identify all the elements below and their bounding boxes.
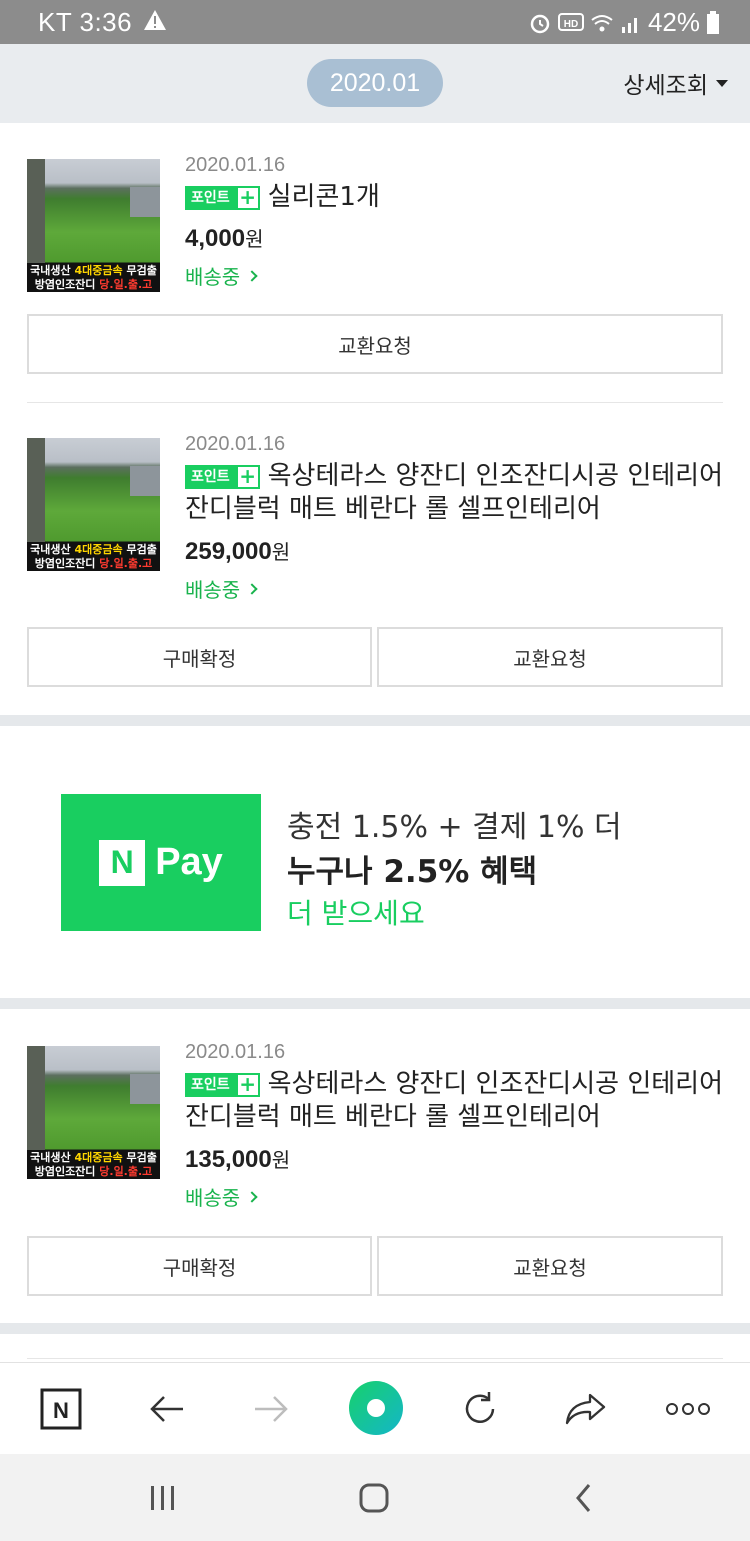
delivery-status-link[interactable]: 배송중: [185, 574, 258, 603]
section-divider: [0, 715, 750, 726]
home-icon[interactable]: [352, 1476, 396, 1520]
thumbnail-wall: [27, 438, 45, 542]
green-dot-icon[interactable]: [348, 1380, 404, 1436]
plus-icon: +: [235, 1073, 260, 1097]
wifi-icon: [591, 14, 613, 31]
product-thumbnail[interactable]: 국내생산 4대중금속 무검출 방염인조잔디 당.일.출.고: [27, 159, 160, 292]
thumbnail-wall: [27, 1046, 45, 1150]
battery-icon: [707, 10, 719, 34]
divider: [27, 1358, 723, 1359]
section-divider: [0, 998, 750, 1009]
detail-view-label: 상세조회: [623, 73, 708, 99]
browser-toolbar: N: [0, 1362, 750, 1454]
svg-text:HD: HD: [564, 19, 578, 30]
plus-icon: +: [235, 465, 260, 489]
alarm-icon: [530, 14, 550, 33]
order-item: 국내생산 4대중금속 무검출 방염인조잔디 당.일.출.고 2020.01.16…: [0, 123, 750, 403]
product-thumbnail[interactable]: 국내생산 4대중금속 무검출 방염인조잔디 당.일.출.고: [27, 438, 160, 571]
chevron-right-icon: [246, 269, 258, 282]
thumbnail-caption-2: 방염인조잔디 당.일.출.고: [34, 278, 153, 291]
chevron-right-icon: [246, 582, 258, 595]
product-thumbnail[interactable]: 국내생산 4대중금속 무검출 방염인조잔디 당.일.출.고: [27, 1046, 160, 1179]
order-date: 2020.01.16: [185, 433, 286, 455]
product-price: 135,000원: [185, 1146, 291, 1173]
product-title[interactable]: 포인트 + 옥상테라스 양잔디 인조잔디시공 인테리어 잔디블럭 매트 베란다 롤 …: [185, 460, 725, 526]
delivery-status-link[interactable]: 배송중: [185, 261, 258, 290]
svg-text:N: N: [53, 1398, 69, 1423]
thumbnail-caption-1: 국내생산 4대중금속 무검출: [30, 543, 157, 556]
product-price: 259,000원: [185, 538, 291, 565]
point-badge: 포인트 +: [185, 465, 260, 489]
back-arrow-icon[interactable]: [141, 1383, 193, 1435]
order-date: 2020.01.16: [185, 154, 286, 176]
ad-line-1: 충전 1.5% + 결제 1% 더: [287, 810, 622, 845]
product-title[interactable]: 포인트 + 실리콘1개: [185, 181, 725, 214]
caret-down-icon: [716, 79, 728, 87]
carrier-time: KT 3:36: [38, 7, 133, 37]
purchase-confirm-button[interactable]: 구매확정: [27, 627, 372, 687]
signal-icon: [621, 17, 637, 33]
hd-icon: HD: [557, 12, 584, 31]
thumbnail-caption-2: 방염인조잔디 당.일.출.고: [34, 557, 153, 570]
product-price: 4,000원: [185, 225, 264, 252]
thumbnail-caption-1: 국내생산 4대중금속 무검출: [30, 264, 157, 277]
plus-icon: +: [235, 186, 260, 210]
naver-home-icon[interactable]: N: [35, 1383, 87, 1435]
refresh-icon[interactable]: [454, 1383, 506, 1435]
system-navigation-bar: [0, 1454, 750, 1541]
month-header: 2020.01 상세조회: [0, 44, 750, 123]
detail-view-button[interactable]: 상세조회: [623, 66, 728, 100]
back-icon[interactable]: [562, 1476, 606, 1520]
npay-logo: N Pay: [61, 794, 261, 931]
forward-arrow-icon[interactable]: [245, 1383, 297, 1435]
thumbnail-caption-1: 국내생산 4대중금속 무검출: [30, 1151, 157, 1164]
battery-percent: 42%: [647, 7, 700, 37]
month-selector[interactable]: 2020.01: [307, 59, 443, 107]
more-icon[interactable]: [662, 1383, 714, 1435]
thumbnail-rail: [130, 1074, 160, 1104]
thumbnail-caption-2: 방염인조잔디 당.일.출.고: [34, 1165, 153, 1178]
status-icons: HD 42%: [528, 7, 720, 38]
point-badge: 포인트 +: [185, 1073, 260, 1097]
thumbnail-rail: [130, 466, 160, 496]
exchange-request-button[interactable]: 교환요청: [377, 627, 723, 687]
chevron-right-icon: [246, 1190, 258, 1203]
ad-line-3: 더 받으세요: [287, 897, 425, 930]
purchase-confirm-button[interactable]: 구매확정: [27, 1236, 372, 1296]
warning-icon: [144, 10, 166, 30]
section-divider: [0, 1323, 750, 1334]
exchange-request-button[interactable]: 교환요청: [27, 314, 723, 374]
npay-ad-banner[interactable]: N Pay 충전 1.5% + 결제 1% 더 누구나 2.5% 혜택 더 받으…: [0, 726, 750, 998]
order-date: 2020.01.16: [185, 1041, 286, 1063]
ad-line-2: 누구나 2.5% 혜택: [287, 854, 538, 890]
thumbnail-rail: [130, 187, 160, 217]
thumbnail-wall: [27, 159, 45, 263]
exchange-request-button[interactable]: 교환요청: [377, 1236, 723, 1296]
point-badge: 포인트 +: [185, 186, 260, 210]
share-icon[interactable]: [559, 1383, 611, 1435]
recent-apps-icon[interactable]: [141, 1476, 185, 1520]
npay-logo-text: Pay: [155, 841, 223, 883]
order-item: 국내생산 4대중금속 무검출 방염인조잔디 당.일.출.고 2020.01.16…: [0, 1009, 750, 1323]
delivery-status-link[interactable]: 배송중: [185, 1182, 258, 1211]
order-item: 국내생산 4대중금속 무검출 방염인조잔디 당.일.출.고 2020.01.16…: [0, 403, 750, 715]
product-title[interactable]: 포인트 + 옥상테라스 양잔디 인조잔디시공 인테리어 잔디블럭 매트 베란다 롤 …: [185, 1068, 725, 1134]
naver-n-icon: N: [99, 839, 146, 886]
status-bar: KT 3:36 HD 42%: [0, 0, 750, 44]
